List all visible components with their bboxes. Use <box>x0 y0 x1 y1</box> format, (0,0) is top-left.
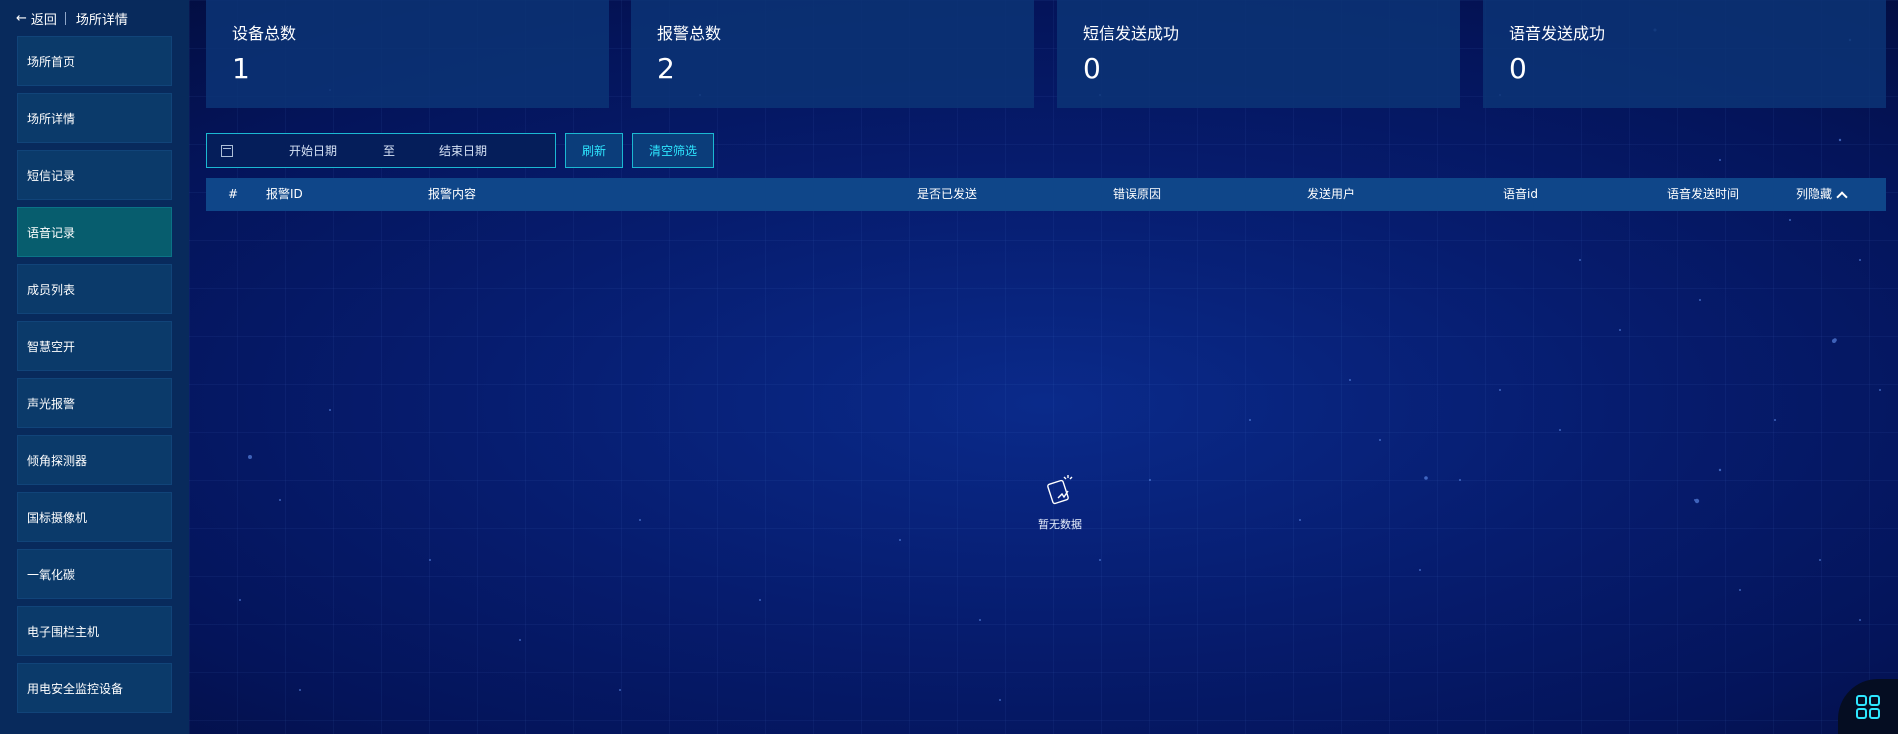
filter-bar: 开始日期 至 结束日期 刷新 清空筛选 <box>206 133 715 168</box>
sidebar-item-label: 国标摄像机 <box>27 510 88 525</box>
empty-data-icon <box>1047 475 1073 505</box>
stat-card-sms-success: 短信发送成功 0 <box>1057 0 1460 108</box>
sidebar-item-label: 用电安全监控设备 <box>27 681 124 696</box>
stat-card-voice-success: 语音发送成功 0 <box>1483 0 1886 108</box>
sidebar-item-site-home[interactable]: 场所首页 <box>17 36 172 86</box>
background-grid <box>189 0 1898 734</box>
column-header-voice-id: 语音id <box>1503 187 1538 201</box>
calendar-icon <box>221 144 233 157</box>
sidebar-item-smart-breaker[interactable]: 智慧空开 <box>17 321 172 371</box>
stat-label: 语音发送成功 <box>1509 24 1606 43</box>
sidebar-item-label: 倾角探测器 <box>27 453 88 468</box>
stat-value: 0 <box>1509 52 1527 85</box>
sidebar-item-electronic-fence[interactable]: 电子围栏主机 <box>17 606 172 656</box>
table-header: # 报警ID 报警内容 是否已发送 错误原因 发送用户 语音id 语音发送时间 … <box>206 178 1886 211</box>
back-button[interactable]: ← 返回 <box>16 9 57 28</box>
back-label: 返回 <box>30 12 57 28</box>
starfield-background <box>239 28 1881 701</box>
stat-card-device-total: 设备总数 1 <box>206 0 609 108</box>
column-header-sent: 是否已发送 <box>917 187 978 201</box>
stats-cards: 设备总数 1 报警总数 2 短信发送成功 0 语音发送成功 0 <box>206 0 1886 108</box>
column-header-alarm-id: 报警ID <box>266 187 303 201</box>
sidebar-item-gb-camera[interactable]: 国标摄像机 <box>17 492 172 542</box>
column-header-index: # <box>228 187 239 201</box>
stat-card-alarm-total: 报警总数 2 <box>631 0 1034 108</box>
sidebar-header: ← 返回 场所详情 <box>0 0 189 36</box>
sidebar-title: 场所详情 <box>75 12 128 28</box>
stat-value: 0 <box>1083 52 1101 85</box>
sidebar-menu: 场所首页 场所详情 短信记录 语音记录 成员列表 智慧空开 声光报警 倾角探测器… <box>0 36 189 713</box>
sidebar-item-sound-light-alarm[interactable]: 声光报警 <box>17 378 172 428</box>
arrow-left-icon: ← <box>16 10 27 26</box>
sidebar: ← 返回 场所详情 场所首页 场所详情 短信记录 语音记录 成员列表 智慧空开 … <box>0 0 189 734</box>
start-date-input[interactable]: 开始日期 <box>289 142 359 159</box>
clear-filter-button[interactable]: 清空筛选 <box>632 133 715 168</box>
range-separator: 至 <box>383 144 396 158</box>
stat-value: 1 <box>232 52 250 85</box>
sidebar-item-member-list[interactable]: 成员列表 <box>17 264 172 314</box>
column-header-error-reason: 错误原因 <box>1113 187 1162 201</box>
stat-label: 报警总数 <box>657 24 722 43</box>
date-range-picker[interactable]: 开始日期 至 结束日期 <box>206 133 556 168</box>
sidebar-item-label: 场所详情 <box>27 111 76 126</box>
empty-text: 暂无数据 <box>1038 518 1082 531</box>
apps-menu-button[interactable] <box>1838 679 1898 734</box>
column-toggle-label: 列隐藏 <box>1796 187 1833 201</box>
chevron-up-icon <box>1836 190 1848 203</box>
stat-label: 短信发送成功 <box>1083 24 1180 43</box>
sidebar-item-label: 智慧空开 <box>27 339 76 354</box>
sidebar-item-sms-records[interactable]: 短信记录 <box>17 150 172 200</box>
sidebar-item-power-safety-monitor[interactable]: 用电安全监控设备 <box>17 663 172 713</box>
stat-label: 设备总数 <box>232 24 297 43</box>
sidebar-item-site-details[interactable]: 场所详情 <box>17 93 172 143</box>
sidebar-item-label: 短信记录 <box>27 168 76 183</box>
sidebar-item-tilt-detector[interactable]: 倾角探测器 <box>17 435 172 485</box>
column-header-alarm-content: 报警内容 <box>428 187 477 201</box>
sidebar-item-label: 一氧化碳 <box>27 567 76 582</box>
sidebar-item-label: 成员列表 <box>27 282 76 297</box>
sidebar-item-label: 语音记录 <box>27 225 76 240</box>
sidebar-item-label: 电子围栏主机 <box>27 624 100 639</box>
sidebar-item-label: 场所首页 <box>27 54 76 69</box>
column-header-voice-send-time: 语音发送时间 <box>1667 187 1740 201</box>
apps-grid-icon <box>1856 694 1880 719</box>
column-hide-toggle[interactable]: 列隐藏 <box>1796 178 1848 211</box>
sidebar-item-carbon-monoxide[interactable]: 一氧化碳 <box>17 549 172 599</box>
sidebar-item-label: 声光报警 <box>27 396 76 411</box>
end-date-input[interactable]: 结束日期 <box>439 142 509 159</box>
refresh-button[interactable]: 刷新 <box>565 133 624 168</box>
stat-value: 2 <box>657 52 675 85</box>
header-divider <box>64 11 66 25</box>
sidebar-item-voice-records[interactable]: 语音记录 <box>17 207 172 257</box>
empty-state: 暂无数据 <box>1025 470 1095 532</box>
column-header-send-user: 发送用户 <box>1307 187 1356 201</box>
